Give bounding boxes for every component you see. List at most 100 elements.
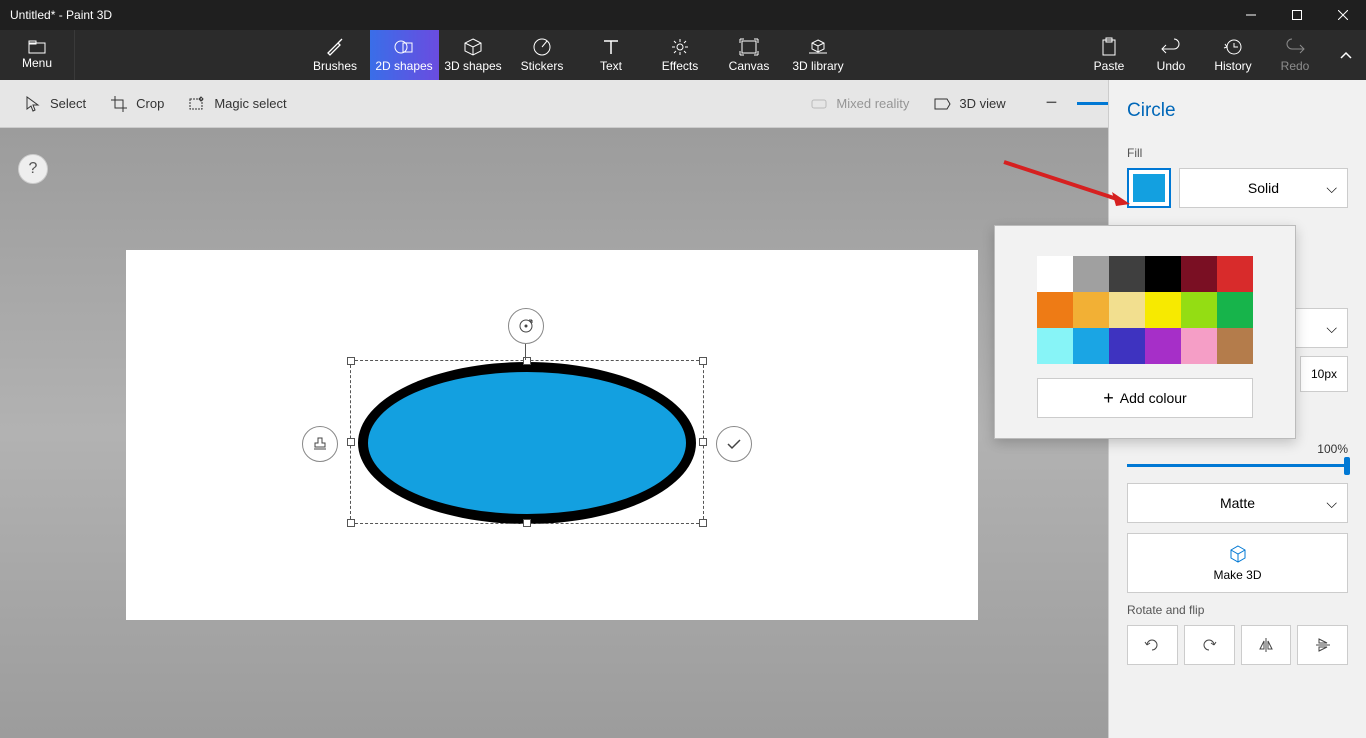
magic-select-icon — [188, 95, 206, 113]
cube-icon — [1228, 544, 1248, 564]
rotate-ccw-icon — [1143, 636, 1161, 654]
resize-handle[interactable] — [699, 357, 707, 365]
color-swatch[interactable] — [1145, 292, 1181, 328]
view-3d-icon — [933, 95, 951, 113]
color-swatch[interactable] — [1037, 292, 1073, 328]
canvas-icon — [738, 37, 760, 57]
window-title: Untitled* - Paint 3D — [10, 8, 112, 22]
color-swatch[interactable] — [1181, 328, 1217, 364]
rotate-left-button[interactable] — [1127, 625, 1178, 665]
ribbon-effects[interactable]: Effects — [646, 30, 715, 80]
opacity-slider[interactable] — [1127, 464, 1348, 467]
plus-icon: + — [1103, 388, 1114, 409]
ribbon-stickers[interactable]: Stickers — [508, 30, 577, 80]
ribbon-text[interactable]: Text — [577, 30, 646, 80]
add-color-button[interactable]: + Add colour — [1037, 378, 1253, 418]
ribbon-history[interactable]: History — [1202, 30, 1264, 80]
color-swatch[interactable] — [1145, 256, 1181, 292]
check-icon — [724, 434, 744, 454]
ribbon: Menu Brushes 2D shapes 3D shapes Sticker… — [0, 30, 1366, 80]
selection-bounds — [350, 360, 704, 524]
chevron-down-icon: ⌵ — [1326, 495, 1337, 512]
color-swatch[interactable] — [1073, 256, 1109, 292]
sticker-icon — [531, 37, 553, 57]
history-icon — [1222, 37, 1244, 57]
minimize-button[interactable] — [1228, 0, 1274, 30]
redo-icon — [1284, 37, 1306, 57]
flip-horizontal-button[interactable] — [1241, 625, 1292, 665]
color-swatch[interactable] — [1181, 256, 1217, 292]
crop-tool[interactable]: Crop — [98, 80, 176, 127]
panel-title: Circle — [1127, 80, 1348, 136]
ribbon-brushes[interactable]: Brushes — [301, 30, 370, 80]
color-swatch[interactable] — [1217, 292, 1253, 328]
stamp-button[interactable] — [302, 426, 338, 462]
stamp-icon — [310, 434, 330, 454]
ribbon-undo[interactable]: Undo — [1140, 30, 1202, 80]
chevron-up-icon — [1339, 50, 1353, 60]
rotate-right-button[interactable] — [1184, 625, 1235, 665]
folder-icon — [28, 40, 46, 54]
cursor-icon — [24, 95, 42, 113]
maximize-button[interactable] — [1274, 0, 1320, 30]
color-swatch[interactable] — [1037, 256, 1073, 292]
color-picker-popup: + Add colour — [994, 225, 1296, 439]
select-tool[interactable]: Select — [12, 80, 98, 127]
mixed-reality-button: Mixed reality — [798, 80, 921, 127]
chevron-down-icon: ⌵ — [1326, 320, 1337, 337]
resize-handle[interactable] — [347, 357, 355, 365]
shapes-2d-icon — [393, 37, 415, 57]
fill-color-swatch[interactable] — [1127, 168, 1171, 208]
color-swatch[interactable] — [1145, 328, 1181, 364]
flip-h-icon — [1257, 636, 1275, 654]
ribbon-3d-shapes[interactable]: 3D shapes — [439, 30, 508, 80]
ribbon-redo: Redo — [1264, 30, 1326, 80]
color-swatch[interactable] — [1109, 292, 1145, 328]
flip-v-icon — [1314, 636, 1332, 654]
3d-view-button[interactable]: 3D view — [921, 80, 1017, 127]
resize-handle[interactable] — [523, 519, 531, 527]
paste-icon — [1098, 37, 1120, 57]
color-swatch[interactable] — [1037, 328, 1073, 364]
fill-type-dropdown[interactable]: Solid ⌵ — [1179, 168, 1348, 208]
ribbon-3d-library[interactable]: 3D library — [784, 30, 853, 80]
ribbon-paste[interactable]: Paste — [1078, 30, 1140, 80]
rotate-flip-label: Rotate and flip — [1127, 603, 1348, 617]
fill-label: Fill — [1127, 146, 1348, 160]
color-swatch[interactable] — [1073, 292, 1109, 328]
flip-vertical-button[interactable] — [1297, 625, 1348, 665]
color-swatch[interactable] — [1217, 328, 1253, 364]
close-button[interactable] — [1320, 0, 1366, 30]
resize-handle[interactable] — [347, 519, 355, 527]
color-grid — [1037, 256, 1253, 364]
resize-handle[interactable] — [699, 519, 707, 527]
brush-icon — [324, 37, 346, 57]
expand-panel-button[interactable] — [1326, 30, 1366, 80]
library-3d-icon — [807, 37, 829, 57]
color-swatch[interactable] — [1181, 292, 1217, 328]
shapes-3d-icon — [462, 37, 484, 57]
chevron-down-icon: ⌵ — [1326, 180, 1337, 197]
make-3d-button[interactable]: Make 3D — [1127, 533, 1348, 593]
menu-button[interactable]: Menu — [0, 30, 75, 80]
commit-button[interactable] — [716, 426, 752, 462]
undo-icon — [1160, 37, 1182, 57]
opacity-value: 100% — [1317, 442, 1348, 456]
rotate-handle[interactable] — [508, 308, 544, 344]
annotation-arrow — [998, 156, 1130, 208]
color-swatch[interactable] — [1217, 256, 1253, 292]
color-swatch[interactable] — [1073, 328, 1109, 364]
ribbon-canvas[interactable]: Canvas — [715, 30, 784, 80]
canvas-area: ? — [0, 128, 1108, 738]
zoom-out-button[interactable]: − — [1038, 92, 1066, 115]
ribbon-2d-shapes[interactable]: 2D shapes — [370, 30, 439, 80]
resize-handle[interactable] — [347, 438, 355, 446]
resize-handle[interactable] — [699, 438, 707, 446]
title-bar: Untitled* - Paint 3D — [0, 0, 1366, 30]
thickness-input[interactable]: 10px — [1300, 356, 1348, 392]
help-button[interactable]: ? — [18, 154, 48, 184]
color-swatch[interactable] — [1109, 328, 1145, 364]
color-swatch[interactable] — [1109, 256, 1145, 292]
magic-select-tool[interactable]: Magic select — [176, 80, 298, 127]
material-dropdown[interactable]: Matte ⌵ — [1127, 483, 1348, 523]
